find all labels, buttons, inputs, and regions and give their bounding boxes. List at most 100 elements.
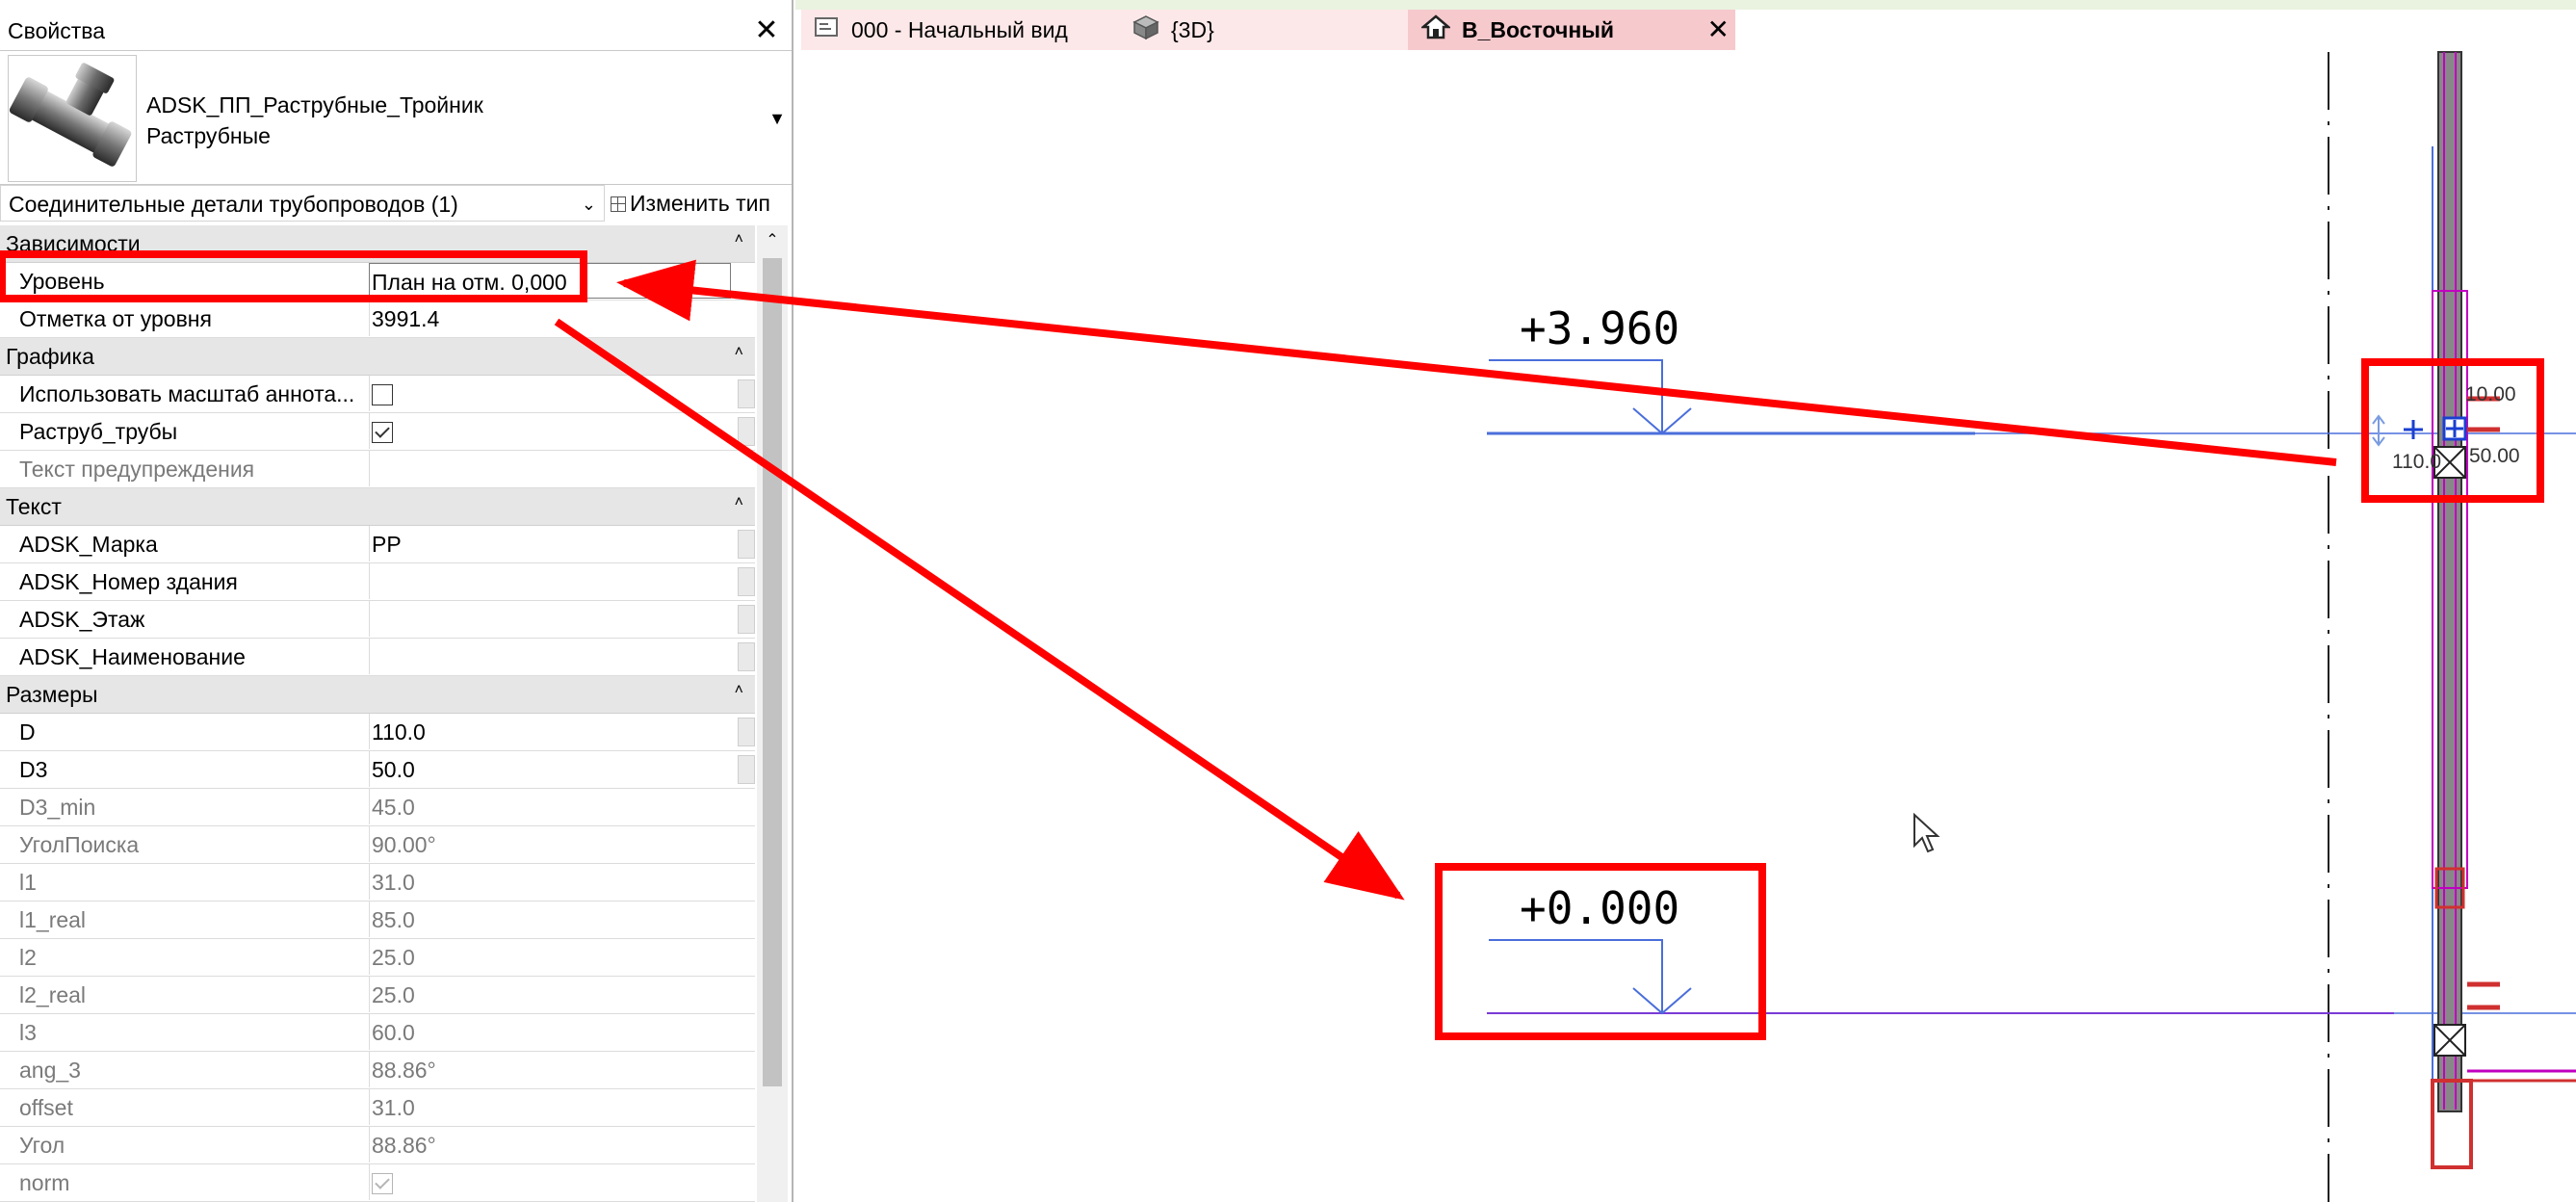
property-name: Угол bbox=[19, 1133, 65, 1158]
property-name: offset bbox=[19, 1095, 73, 1120]
collapse-icon[interactable]: ˄ bbox=[735, 334, 743, 371]
dimension-label[interactable]: 110.0 bbox=[2392, 451, 2441, 474]
scroll-up-icon[interactable]: ⌃ bbox=[757, 225, 788, 256]
selected-tee-fitting[interactable] bbox=[2442, 416, 2467, 441]
property-row: ADSK_Номер здания bbox=[0, 563, 755, 601]
property-name: ADSK_Номер здания bbox=[19, 569, 238, 594]
row-scroll-stub bbox=[738, 417, 755, 446]
property-row: ADSK_Этаж bbox=[0, 601, 755, 639]
row-scroll-stub bbox=[738, 530, 755, 559]
property-name: Текст предупреждения bbox=[19, 457, 255, 482]
chevron-down-icon[interactable]: ▼ bbox=[768, 109, 786, 129]
property-row: Угол 88.86° bbox=[0, 1127, 755, 1164]
property-name: l3 bbox=[19, 1020, 37, 1045]
property-group-header[interactable]: Размеры ˄ bbox=[0, 676, 755, 714]
tab-label: В_Восточный bbox=[1462, 17, 1615, 42]
collapse-icon[interactable]: ˄ bbox=[735, 672, 743, 709]
tab-bar-empty bbox=[1735, 10, 2576, 50]
type-selector[interactable]: ADSK_ПП_Раструбные_Тройник Раструбные ▼ bbox=[0, 50, 792, 185]
property-name: Отметка от уровня bbox=[19, 306, 212, 331]
property-value[interactable]: PP bbox=[369, 526, 731, 562]
tab-east-elevation[interactable]: В_Восточный ✕ bbox=[1408, 10, 1735, 50]
start-view-icon bbox=[815, 12, 840, 52]
close-icon[interactable]: ✕ bbox=[749, 12, 784, 50]
property-row: Отметка от уровня 3991.4 bbox=[0, 300, 755, 338]
3d-view-icon bbox=[1132, 12, 1159, 52]
tab-start-view[interactable]: 000 - Начальный вид bbox=[801, 10, 1119, 50]
family-name: ADSK_ПП_Раструбные_Тройник bbox=[146, 92, 483, 118]
filter-label: Соединительные детали трубопроводов (1) bbox=[9, 192, 458, 217]
tab-3d-view[interactable]: {3D} bbox=[1119, 10, 1408, 50]
property-value[interactable] bbox=[369, 601, 731, 637]
property-row: l1_real 85.0 bbox=[0, 902, 755, 939]
drawing-canvas[interactable]: +3.960 +0.000 10.00 110.0 50.00 bbox=[795, 50, 2576, 1202]
property-row: Уровень План на отм. 0,000 bbox=[0, 263, 755, 300]
mouse-cursor-icon bbox=[1913, 813, 1940, 853]
row-scroll-stub bbox=[738, 605, 755, 634]
property-row: Текст предупреждения bbox=[0, 451, 755, 488]
group-label: Графика bbox=[6, 344, 94, 369]
property-value[interactable] bbox=[369, 563, 731, 599]
row-scroll-stub bbox=[738, 642, 755, 671]
edit-type-label: Изменить тип bbox=[630, 191, 770, 216]
property-name: ang_3 bbox=[19, 1058, 81, 1083]
property-checkbox[interactable] bbox=[372, 422, 393, 443]
property-name: l2_real bbox=[19, 982, 87, 1007]
property-row: ADSK_Наименование bbox=[0, 639, 755, 676]
tee-fitting-thumbnail bbox=[8, 55, 137, 182]
property-checkbox-cell[interactable] bbox=[369, 413, 731, 449]
property-value[interactable]: План на отм. 0,000 bbox=[369, 263, 731, 299]
property-name: D3 bbox=[19, 757, 48, 782]
property-row: l1 31.0 bbox=[0, 864, 755, 902]
property-row: Использовать масштаб аннота... bbox=[0, 376, 755, 413]
property-name: УголПоиска bbox=[19, 832, 140, 857]
row-scroll-stub bbox=[738, 567, 755, 596]
level-elevation-upper[interactable]: +3.960 bbox=[1520, 304, 1679, 353]
vertical-riser[interactable] bbox=[2431, 51, 2576, 1169]
row-scroll-stub bbox=[738, 755, 755, 784]
property-checkbox[interactable] bbox=[372, 384, 393, 405]
property-value: 25.0 bbox=[369, 939, 731, 975]
dimension-label[interactable]: 10.00 bbox=[2465, 383, 2516, 406]
dimension-label[interactable]: 50.00 bbox=[2469, 445, 2520, 468]
properties-scrollbar[interactable]: ⌃ bbox=[757, 225, 788, 1202]
level-elevation-lower[interactable]: +0.000 bbox=[1520, 884, 1679, 932]
property-group-header[interactable]: Зависимости ˄ bbox=[0, 225, 755, 263]
property-value: 88.86° bbox=[369, 1052, 731, 1087]
elevation-view-icon bbox=[1419, 12, 1452, 52]
property-value: 25.0 bbox=[369, 977, 731, 1012]
collapse-icon[interactable]: ˄ bbox=[735, 484, 743, 521]
property-group-header[interactable]: Графика ˄ bbox=[0, 338, 755, 376]
property-name: ADSK_Наименование bbox=[19, 644, 246, 669]
property-row: ADSK_Марка PP bbox=[0, 526, 755, 563]
property-row: norm bbox=[0, 1164, 755, 1202]
property-row: l2 25.0 bbox=[0, 939, 755, 977]
property-name: norm bbox=[19, 1170, 70, 1195]
group-label: Текст bbox=[6, 494, 62, 519]
property-name: D3_min bbox=[19, 795, 96, 820]
property-row: D 110.0 bbox=[0, 714, 755, 751]
flip-arrows-icon[interactable] bbox=[2372, 414, 2385, 447]
chevron-down-icon: ⌄ bbox=[581, 195, 596, 214]
property-row: D3_min 45.0 bbox=[0, 789, 755, 826]
property-checkbox-cell[interactable] bbox=[369, 376, 731, 411]
move-grip-icon[interactable] bbox=[2404, 420, 2423, 439]
property-name: ADSK_Марка bbox=[19, 532, 158, 557]
category-filter-dropdown[interactable]: Соединительные детали трубопроводов (1) … bbox=[0, 185, 605, 222]
close-icon[interactable]: ✕ bbox=[1707, 10, 1730, 50]
tab-label: {3D} bbox=[1171, 17, 1214, 42]
property-row: ang_3 88.86° bbox=[0, 1052, 755, 1089]
property-value[interactable]: 50.0 bbox=[369, 751, 731, 787]
property-name: l1_real bbox=[19, 907, 87, 932]
edit-type-button[interactable]: Изменить тип bbox=[611, 185, 792, 222]
property-value[interactable] bbox=[369, 639, 731, 674]
property-value[interactable]: 110.0 bbox=[369, 714, 731, 749]
type-name: ADSK_ПП_Раструбные_Тройник Раструбные bbox=[146, 90, 483, 151]
row-scroll-stub bbox=[738, 379, 755, 408]
property-group-header[interactable]: Текст ˄ bbox=[0, 488, 755, 526]
collapse-icon[interactable]: ˄ bbox=[735, 222, 743, 258]
scrollbar-thumb[interactable] bbox=[763, 258, 782, 1086]
group-label: Размеры bbox=[6, 682, 98, 707]
property-value: 88.86° bbox=[369, 1127, 731, 1163]
property-value[interactable]: 3991.4 bbox=[369, 300, 731, 336]
